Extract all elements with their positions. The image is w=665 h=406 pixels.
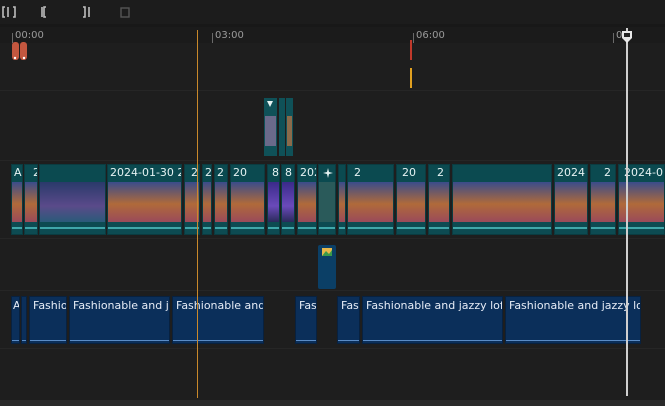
video-clip[interactable]: 20 xyxy=(230,164,265,235)
hover-cursor-line xyxy=(197,30,198,398)
ruler-tick xyxy=(613,33,614,43)
timeline-toolbar xyxy=(0,0,665,24)
track-separator xyxy=(0,290,665,291)
trim-start-button[interactable] xyxy=(37,3,55,21)
split-button[interactable] xyxy=(0,3,18,21)
video-clip[interactable] xyxy=(318,164,336,235)
sparkle-icon xyxy=(323,168,333,178)
video-clip[interactable]: 2 xyxy=(24,164,38,235)
marker-line-red[interactable] xyxy=(409,40,413,94)
image-clip[interactable] xyxy=(318,245,336,289)
track-separator xyxy=(0,348,665,349)
trim-start-icon xyxy=(41,6,46,18)
marker-icon xyxy=(12,42,27,60)
audio-clip[interactable] xyxy=(21,296,27,344)
trash-icon xyxy=(120,7,130,18)
track-separator xyxy=(0,238,665,239)
audio-clip[interactable]: Fashionable and xyxy=(172,296,264,344)
ruler-label-2: 06:00 xyxy=(416,30,445,41)
audio-clip[interactable]: Fash xyxy=(295,296,317,344)
playhead[interactable] xyxy=(626,28,628,396)
video-clip[interactable]: 2 xyxy=(590,164,616,235)
video-clip-label: 20 xyxy=(233,166,247,179)
audio-clip-label: Fashionable and ja xyxy=(73,299,170,312)
audio-clip-label: Fashionable and xyxy=(176,299,264,312)
split-icon xyxy=(2,6,16,18)
audio-clip-label: Fashionable and jazzy lofi xyxy=(366,299,503,312)
video-clip-label: 2024 xyxy=(557,166,585,179)
video-clip[interactable]: 8 xyxy=(281,164,295,235)
overlay-clip-icon xyxy=(264,98,293,156)
video-clip-label: 202 xyxy=(300,166,316,179)
track-separator xyxy=(0,90,665,91)
audio-clip-label: Fash xyxy=(341,299,359,312)
playhead-handle[interactable] xyxy=(621,28,633,43)
video-clip-label: 2 xyxy=(437,166,444,179)
video-clip[interactable]: 2 xyxy=(347,164,394,235)
marker-tick-icon xyxy=(410,40,412,88)
audio-clip-label: Fash xyxy=(299,299,317,312)
video-clip-label: 2 xyxy=(354,166,361,179)
audio-clip-label: A xyxy=(13,299,20,312)
audio-clip[interactable]: A xyxy=(11,296,20,344)
video-clip-label: 2024-01 xyxy=(624,166,664,179)
trim-end-icon xyxy=(83,6,90,18)
video-clip[interactable] xyxy=(452,164,552,235)
video-clip[interactable] xyxy=(39,164,106,235)
trim-end-button[interactable] xyxy=(77,3,95,21)
overlay-clip[interactable] xyxy=(264,98,293,156)
video-clip-label: 2024-01-30 2 xyxy=(110,166,182,179)
ruler-label-1: 03:00 xyxy=(215,30,244,41)
delete-button[interactable] xyxy=(116,3,134,21)
video-clip-label: 20 xyxy=(402,166,416,179)
track-separator xyxy=(0,160,665,161)
video-clip-label: 2 xyxy=(604,166,611,179)
horizontal-scrollbar[interactable] xyxy=(0,400,665,406)
audio-clip[interactable]: Fashionable and ja xyxy=(69,296,170,344)
video-clip-label: 2 xyxy=(205,166,212,179)
video-clip[interactable]: A xyxy=(11,164,23,235)
time-ruler[interactable]: 00:00 03:00 06:00 0 xyxy=(0,27,665,44)
ruler-tick xyxy=(413,33,414,43)
video-clip[interactable]: 2 xyxy=(428,164,450,235)
video-clip-label: A xyxy=(14,166,22,179)
video-clip[interactable]: 202 xyxy=(297,164,317,235)
video-clip[interactable]: 2024-01-30 2 xyxy=(107,164,182,235)
video-clip[interactable]: 8 xyxy=(267,164,280,235)
audio-clip[interactable]: Fashionable and jazzy lofi xyxy=(362,296,503,344)
video-clip[interactable]: 2 xyxy=(202,164,212,235)
video-clip[interactable]: 2024 xyxy=(554,164,588,235)
video-clip[interactable]: 2 xyxy=(214,164,228,235)
video-clip[interactable]: 20 xyxy=(396,164,426,235)
audio-clip[interactable]: Fashionable and jazzy lofi xyxy=(505,296,641,344)
ruler-tick xyxy=(212,33,213,43)
video-clip-label: 2 xyxy=(33,166,37,179)
playhead-handle-icon xyxy=(622,31,632,43)
audio-clip-label: Fashio xyxy=(33,299,67,312)
video-clip-label: 8 xyxy=(285,166,292,179)
video-clip-label: 2 xyxy=(217,166,224,179)
ruler-label-0: 00:00 xyxy=(15,30,44,41)
audio-clip-label: Fashionable and jazzy lofi xyxy=(509,299,641,312)
marker-clip[interactable] xyxy=(11,42,29,66)
video-clip[interactable] xyxy=(338,164,346,235)
audio-clip[interactable]: Fash xyxy=(337,296,360,344)
video-clip-label: 8 xyxy=(272,166,279,179)
image-icon xyxy=(318,245,336,289)
audio-clip[interactable]: Fashio xyxy=(29,296,67,344)
